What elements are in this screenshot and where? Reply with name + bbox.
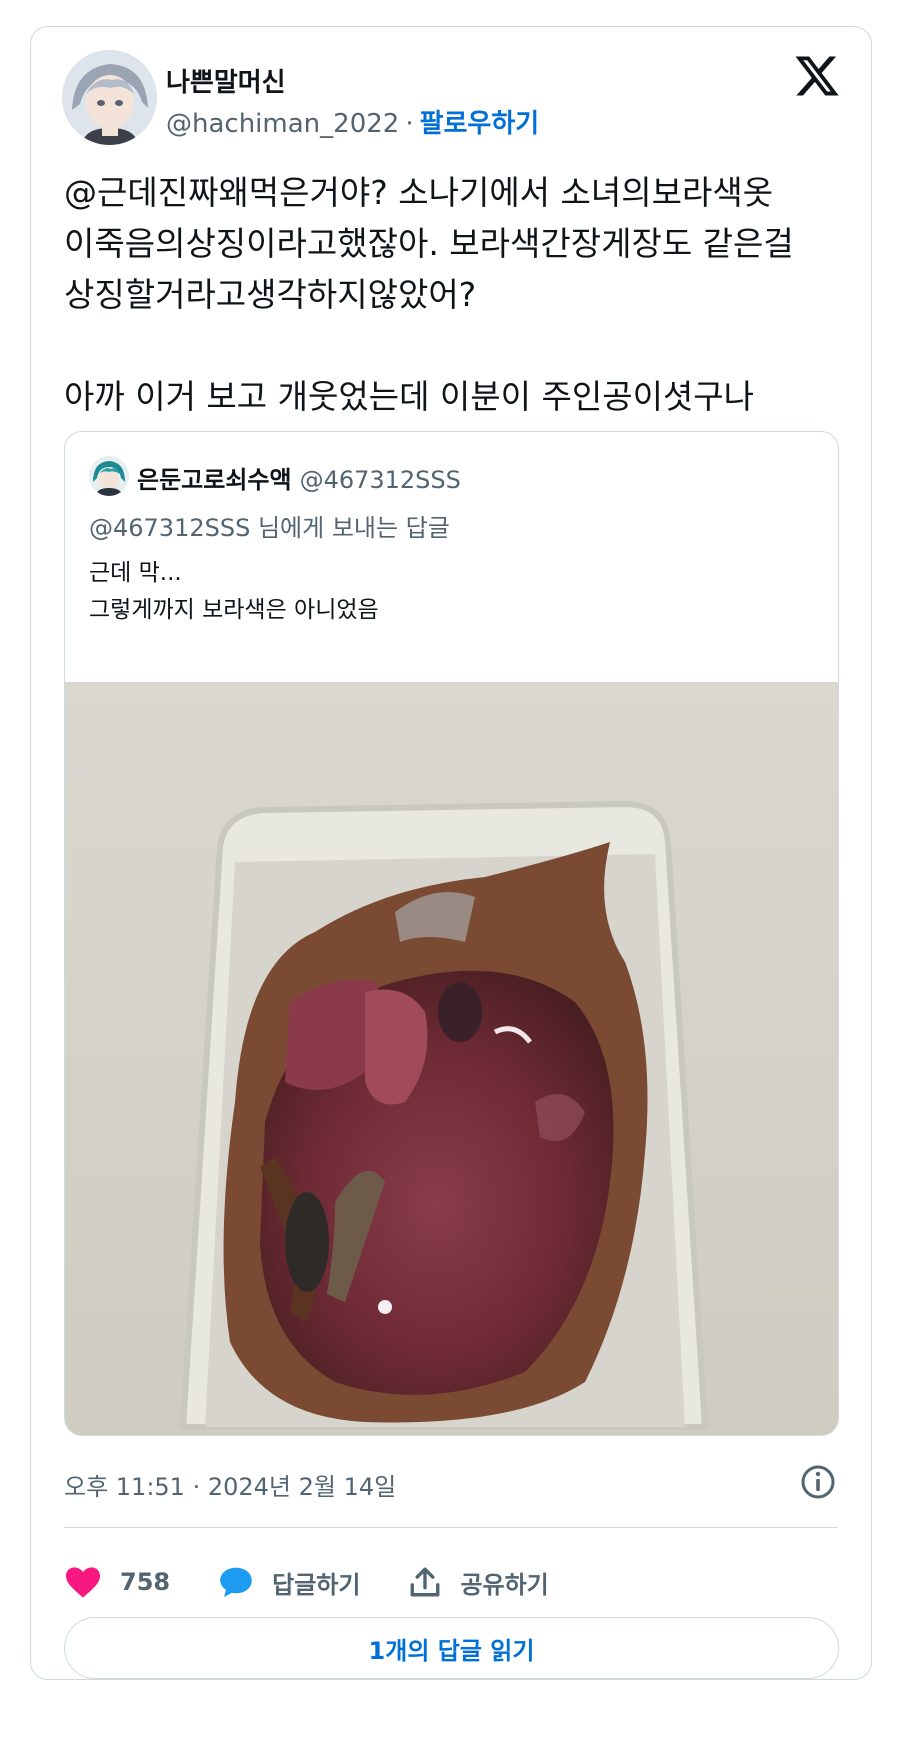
tweet-text: @근데진짜왜먹은거야? 소나기에서 소녀의보라색옷 이죽음의상징이라고했잖아. …: [64, 173, 794, 416]
share-icon: [410, 1567, 440, 1597]
author-name[interactable]: 나쁜말머신: [166, 62, 286, 99]
author-handle-line: @hachiman_2022 · 팔로우하기: [166, 103, 539, 140]
tweet-timestamp[interactable]: 오후 11:51 · 2024년 2월 14일: [64, 1467, 396, 1502]
share-button[interactable]: 공유하기: [408, 1565, 549, 1600]
quoted-tweet-text: 근데 막... 그렇게까지 보라색은 아니었음: [89, 560, 379, 623]
quoted-media-photo[interactable]: [65, 682, 838, 1435]
follow-button[interactable]: 팔로우하기: [420, 109, 540, 139]
quoted-author-name[interactable]: 은둔고로쇠수액: [137, 466, 292, 494]
heart-icon: [66, 1567, 100, 1598]
tweet-card: 나쁜말머신 @hachiman_2022 · 팔로우하기 @근데진짜왜먹은거야? 소…: [30, 26, 872, 1680]
like-count: 758: [120, 1568, 171, 1596]
reply-button[interactable]: 답글하기: [218, 1565, 360, 1600]
action-bar: 758 답글하기 공유하기: [64, 1557, 597, 1607]
reply-label: 답글하기: [272, 1570, 361, 1599]
handle-separator: ·: [405, 109, 414, 139]
author-handle[interactable]: @hachiman_2022: [166, 109, 399, 139]
quoted-tweet[interactable]: 은둔고로쇠수액 @467312SSS @467312SSS 님에게 보내는 답글 …: [64, 431, 839, 1436]
reply-bubble-icon: [220, 1567, 252, 1597]
share-label: 공유하기: [460, 1570, 549, 1599]
like-button[interactable]: 758: [64, 1565, 170, 1599]
quoted-author-handle[interactable]: @467312SSS: [300, 466, 461, 494]
author-avatar[interactable]: [62, 50, 157, 145]
quoted-avatar[interactable]: [89, 456, 129, 496]
quoted-author-line: 은둔고로쇠수액 @467312SSS: [137, 460, 461, 495]
x-logo-icon[interactable]: [793, 52, 841, 100]
divider: [64, 1527, 838, 1528]
info-icon[interactable]: [799, 1463, 837, 1501]
quoted-reply-context: @467312SSS 님에게 보내는 답글: [89, 514, 450, 542]
read-replies-button[interactable]: 1개의 답글 읽기: [64, 1617, 839, 1679]
